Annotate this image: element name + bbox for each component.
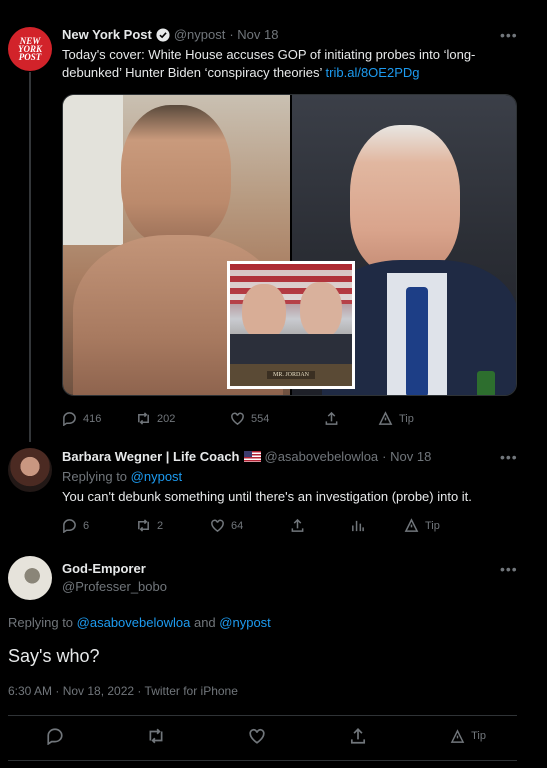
tip-button[interactable]: Tip <box>404 518 440 533</box>
display-name[interactable]: Barbara Wegner | Life Coach <box>62 449 240 464</box>
handle[interactable]: @asabovebelowloa <box>265 449 379 464</box>
like-icon <box>249 728 265 744</box>
reply-button[interactable] <box>46 727 64 745</box>
share-button[interactable] <box>290 518 350 533</box>
reply-button[interactable]: 416 <box>62 411 136 426</box>
replying-to-line: Replying to @asabovebelowloa and @nypost <box>8 615 271 630</box>
handle[interactable]: @nypost <box>174 27 226 42</box>
photo-figure-head <box>242 284 286 340</box>
divider <box>8 760 517 761</box>
tweet-timestamp[interactable]: 6:30 AM · Nov 18, 2022 · Twitter for iPh… <box>8 684 238 698</box>
retweet-count: 2 <box>157 519 164 532</box>
avatar-logo-line: POST <box>18 52 42 62</box>
media-inset-photo[interactable]: MR. JORDAN <box>227 261 355 389</box>
like-count: 554 <box>251 412 270 425</box>
tweet-actions: Tip <box>46 727 486 745</box>
share-button[interactable] <box>349 727 367 745</box>
reply-count: 6 <box>83 519 90 532</box>
tip-label: Tip <box>471 730 486 742</box>
tweet-header: New York Post @nypost · Nov 18 <box>62 27 278 42</box>
tweet-date[interactable]: · Nov 18 <box>229 27 278 42</box>
tweet-actions: 6 2 64 Tip <box>62 518 440 533</box>
avatar-barbara[interactable] <box>8 448 52 492</box>
analytics-button[interactable] <box>350 518 404 533</box>
display-name[interactable]: New York Post <box>62 27 152 42</box>
tip-label: Tip <box>399 412 414 425</box>
replying-prefix: Replying to <box>62 469 128 484</box>
tip-button[interactable]: Tip <box>378 411 414 426</box>
tip-label: Tip <box>425 519 440 532</box>
photo-wall <box>63 95 123 245</box>
tweet-text: You can't debunk something until there's… <box>62 489 472 504</box>
tweet-actions: 416 202 554 Tip <box>62 411 414 426</box>
share-icon <box>291 518 304 532</box>
photo-nameplate: MR. JORDAN <box>230 364 352 386</box>
tip-icon <box>404 518 419 532</box>
share-icon <box>351 728 366 744</box>
handle[interactable]: @Professer_bobo <box>62 579 167 594</box>
retweet-button[interactable]: 202 <box>136 411 230 426</box>
photo-tie <box>406 287 428 395</box>
tweet-header: Barbara Wegner | Life Coach @asabovebelo… <box>62 449 431 464</box>
replying-prefix: Replying to <box>8 615 74 630</box>
like-icon <box>211 519 224 533</box>
thread-line <box>29 72 31 442</box>
analytics-icon <box>352 520 364 532</box>
tip-button[interactable]: Tip <box>450 728 486 744</box>
flag-icon <box>243 451 261 462</box>
like-button[interactable]: 64 <box>210 518 290 533</box>
retweet-button[interactable]: 2 <box>136 518 210 533</box>
more-icon[interactable]: ••• <box>500 561 518 577</box>
avatar-godemporer[interactable] <box>8 556 52 600</box>
tweet-text: Say's who? <box>8 646 100 666</box>
tip-icon <box>450 728 465 743</box>
photo-figure-head <box>121 105 231 245</box>
replying-and: and <box>193 615 216 630</box>
share-icon <box>325 411 338 425</box>
tweet-text: Today's cover: White House accuses GOP o… <box>62 46 512 82</box>
reply-count: 416 <box>83 412 102 425</box>
like-button[interactable]: 554 <box>230 411 324 426</box>
reply-button[interactable]: 6 <box>62 518 136 533</box>
retweet-icon <box>138 519 149 532</box>
like-icon <box>231 412 244 426</box>
replying-to-line: Replying to @nypost <box>62 468 182 486</box>
like-button[interactable] <box>248 727 266 745</box>
reply-icon <box>63 519 76 533</box>
display-name[interactable]: God-Emporer <box>62 561 146 576</box>
tweet-link[interactable]: trib.al/8OE2PDg <box>326 65 420 80</box>
verified-icon <box>156 27 170 42</box>
photo-bottle <box>477 371 495 395</box>
divider <box>8 715 517 716</box>
nameplate-text: MR. JORDAN <box>266 371 315 379</box>
replying-mention[interactable]: @nypost <box>131 469 183 484</box>
photo-figure-head <box>300 282 342 338</box>
retweet-icon <box>149 728 163 744</box>
tweet-media[interactable]: MR. JORDAN <box>62 94 517 396</box>
like-count: 64 <box>231 519 244 532</box>
share-button[interactable] <box>324 411 378 426</box>
more-icon[interactable]: ••• <box>500 27 518 43</box>
photo-figure-head <box>350 125 460 275</box>
tweet-date[interactable]: · Nov 18 <box>382 449 431 464</box>
avatar-nypost[interactable]: NEW YORK POST <box>8 27 52 71</box>
replying-mention[interactable]: @asabovebelowloa <box>77 615 191 630</box>
reply-icon <box>63 412 76 426</box>
retweet-button[interactable] <box>147 727 165 745</box>
tip-icon <box>378 411 393 425</box>
photo-suits <box>230 334 352 366</box>
reply-icon <box>47 728 63 745</box>
retweet-icon <box>138 412 149 425</box>
replying-mention[interactable]: @nypost <box>219 615 271 630</box>
more-icon[interactable]: ••• <box>500 449 518 465</box>
retweet-count: 202 <box>157 412 176 425</box>
